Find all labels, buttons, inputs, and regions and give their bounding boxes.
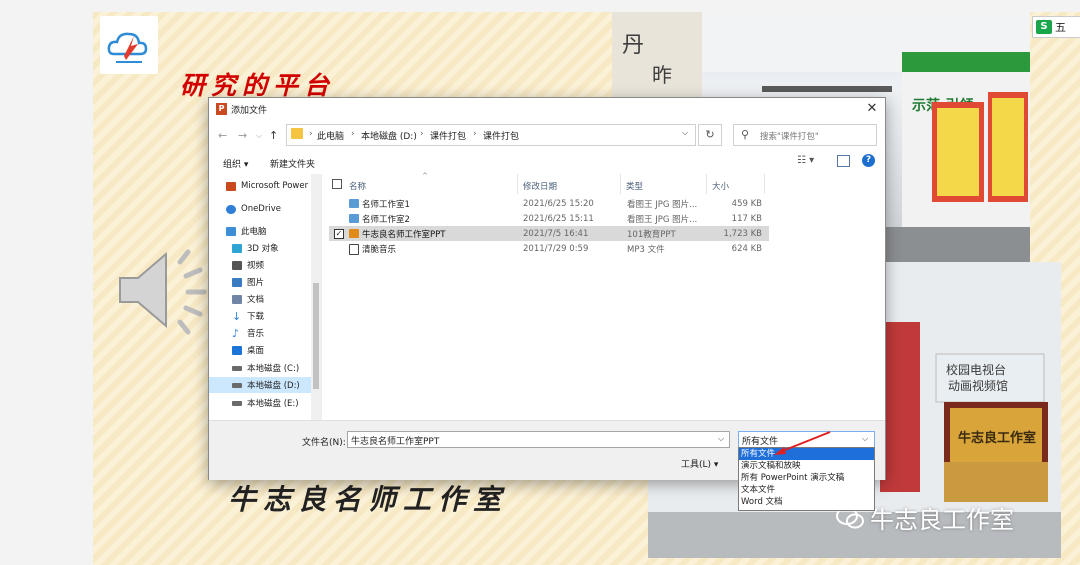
filetype-option[interactable]: 演示文稿和放映 bbox=[739, 460, 874, 472]
new-folder-button[interactable]: 新建文件夹 bbox=[270, 157, 315, 170]
nav-item-drive-d[interactable]: 本地磁盘 (D:) bbox=[209, 377, 311, 393]
forward-arrow-icon[interactable]: → bbox=[238, 129, 247, 142]
powerpoint-icon: P bbox=[216, 103, 227, 115]
nav-item-music[interactable]: ♪ 音乐 bbox=[232, 325, 321, 341]
view-options-icon[interactable]: ☷ ▾ bbox=[797, 155, 814, 166]
add-file-dialog: P 添加文件 ✕ ← → ⌵ ↑ › 此电脑 › 本地磁盘 (D:) › 课件打… bbox=[208, 97, 886, 480]
logo bbox=[100, 16, 158, 74]
desktop-icon bbox=[232, 345, 242, 355]
chevron-down-icon[interactable]: ⌵ bbox=[862, 434, 868, 444]
speaker-icon[interactable] bbox=[112, 240, 212, 340]
filename-value: 牛志良名师工作室PPT bbox=[351, 437, 440, 447]
filetype-option[interactable]: Word 文档 bbox=[739, 496, 874, 508]
column-header-type[interactable]: 类型 bbox=[626, 180, 643, 192]
navigation-pane: Microsoft Power OneDrive 此电脑 3D 对象 视频 图片… bbox=[209, 174, 322, 420]
search-placeholder[interactable]: 搜索"课件打包" bbox=[760, 130, 819, 142]
drive-icon bbox=[232, 400, 242, 406]
nav-item-drive-e[interactable]: 本地磁盘 (E:) bbox=[232, 395, 321, 411]
slide-caption: 牛志良名师工作室 bbox=[228, 483, 509, 516]
nav-item-desktop[interactable]: 桌面 bbox=[232, 342, 321, 358]
help-icon[interactable]: ? bbox=[862, 154, 875, 167]
column-header-date[interactable]: 修改日期 bbox=[523, 180, 557, 192]
watermark-text: 牛志良工作室 bbox=[870, 506, 1014, 534]
breadcrumb-this-pc[interactable]: 此电脑 bbox=[317, 129, 344, 142]
breadcrumb-folder-2[interactable]: 课件打包 bbox=[483, 129, 519, 142]
cloud-logo-icon bbox=[107, 32, 148, 63]
nav-item-documents[interactable]: 文档 bbox=[232, 291, 321, 307]
close-button[interactable]: ✕ bbox=[861, 100, 883, 118]
select-all-checkbox[interactable] bbox=[332, 179, 342, 189]
up-arrow-icon[interactable]: ↑ bbox=[269, 129, 278, 142]
computer-icon bbox=[226, 226, 236, 236]
filetype-option[interactable]: 所有 PowerPoint 演示文稿 bbox=[739, 472, 874, 484]
drive-icon bbox=[232, 382, 242, 388]
row-checkbox[interactable]: ✓ bbox=[334, 229, 344, 239]
refresh-button[interactable]: ↻ bbox=[698, 124, 722, 146]
drive-icon bbox=[232, 365, 242, 371]
svg-text:丹: 丹 bbox=[622, 33, 644, 58]
ppt-icon bbox=[349, 229, 359, 238]
address-bar[interactable]: › 此电脑 › 本地磁盘 (D:) › 课件打包 › 课件打包 ⌵ bbox=[286, 124, 696, 146]
download-arrow-icon: ↓ bbox=[232, 309, 242, 323]
wps-logo-icon: S bbox=[1036, 20, 1052, 34]
table-row[interactable]: 清脆音乐 2011/7/29 0:59 MP3 文件 624 KB bbox=[329, 241, 769, 256]
dialog-title: 添加文件 bbox=[231, 106, 268, 116]
filetype-option[interactable]: 文本文件 bbox=[739, 484, 874, 496]
powerpoint-icon bbox=[226, 181, 236, 191]
filename-input[interactable]: 牛志良名师工作室PPT ⌵ bbox=[347, 431, 730, 448]
document-icon bbox=[232, 294, 242, 304]
breadcrumb-folder-1[interactable]: 课件打包 bbox=[430, 129, 466, 142]
table-row[interactable]: 名师工作室2 2021/6/25 15:11 看图王 JPG 图片... 117… bbox=[329, 211, 769, 226]
organize-button[interactable]: 组织 ▾ bbox=[223, 157, 248, 170]
search-icon: ⚲ bbox=[741, 128, 750, 141]
wps-tab[interactable]: S 五 bbox=[1032, 16, 1080, 38]
svg-text:昨: 昨 bbox=[652, 63, 672, 87]
filename-label: 文件名(N): bbox=[302, 438, 346, 448]
image-icon bbox=[349, 214, 359, 223]
breadcrumb-drive-d[interactable]: 本地磁盘 (D:) bbox=[361, 129, 417, 142]
preview-pane-icon[interactable] bbox=[837, 155, 850, 167]
wps-tab-label: 五 bbox=[1055, 21, 1066, 34]
file-list: 名称 ^ 修改日期 类型 大小 名师工作室1 2021/6/25 15:20 看… bbox=[322, 172, 885, 420]
cube-icon bbox=[232, 243, 242, 253]
column-header-name[interactable]: 名称 bbox=[349, 180, 366, 192]
folder-icon bbox=[291, 128, 303, 139]
nav-item-drive-c[interactable]: 本地磁盘 (C:) bbox=[232, 360, 321, 376]
plaque-text: 牛志良工作室 bbox=[958, 430, 1036, 446]
dialog-toolbar: 组织 ▾ 新建文件夹 ☷ ▾ ? bbox=[209, 150, 885, 174]
annotation-arrow-icon bbox=[774, 431, 831, 455]
table-row[interactable]: 名师工作室1 2021/6/25 15:20 看图王 JPG 图片... 459… bbox=[329, 196, 769, 211]
search-box[interactable]: ⚲ 搜索"课件打包" bbox=[733, 124, 877, 146]
column-header-size[interactable]: 大小 bbox=[712, 180, 729, 192]
table-row-selected[interactable]: ✓ 牛志良名师工作室PPT 2021/7/5 16:41 101教育PPT 1,… bbox=[329, 226, 769, 241]
back-arrow-icon[interactable]: ← bbox=[218, 129, 227, 142]
nav-item-microsoft-power[interactable]: Microsoft Power bbox=[226, 178, 321, 194]
image-icon bbox=[349, 199, 359, 208]
nav-item-pictures[interactable]: 图片 bbox=[232, 274, 321, 290]
video-icon bbox=[232, 260, 242, 270]
recent-locations-icon[interactable]: ⌵ bbox=[256, 131, 262, 141]
chevron-down-icon[interactable]: ⌵ bbox=[682, 128, 688, 138]
music-note-icon: ♪ bbox=[232, 326, 240, 340]
nav-item-onedrive[interactable]: OneDrive bbox=[226, 201, 321, 217]
sort-ascending-icon: ^ bbox=[422, 172, 428, 180]
music-file-icon bbox=[349, 244, 359, 255]
chevron-down-icon[interactable]: ⌵ bbox=[718, 434, 724, 444]
nav-scrollbar-thumb[interactable] bbox=[313, 283, 319, 389]
nav-item-3d-objects[interactable]: 3D 对象 bbox=[232, 240, 321, 256]
nav-item-downloads[interactable]: ↓ 下载 bbox=[232, 308, 321, 324]
nav-item-videos[interactable]: 视频 bbox=[232, 257, 321, 273]
picture-icon bbox=[232, 277, 242, 287]
sign-bottom-2: 动画视频馆 bbox=[948, 378, 1008, 393]
navigation-bar: ← → ⌵ ↑ › 此电脑 › 本地磁盘 (D:) › 课件打包 › 课件打包 … bbox=[209, 120, 885, 150]
dialog-titlebar: P 添加文件 ✕ bbox=[209, 98, 885, 120]
sign-bottom-1: 校园电视台 bbox=[946, 362, 1006, 377]
nav-item-this-pc[interactable]: 此电脑 bbox=[226, 223, 321, 239]
tools-button[interactable]: 工具(L) ▾ bbox=[681, 457, 718, 470]
cloud-icon bbox=[226, 204, 236, 214]
